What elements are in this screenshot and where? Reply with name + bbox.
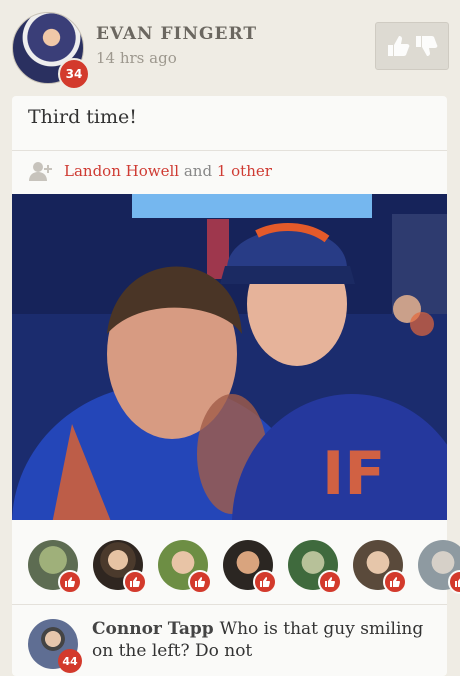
thumbs-up-icon [123,570,147,594]
likes-others[interactable]: 1 other [217,162,272,180]
likes-text: Landon Howell and 1 other [64,162,272,180]
post-header: 34 EVAN FINGERT 14 hrs ago [0,0,460,96]
thumbs-up-icon [188,570,212,594]
comment-text: Connor Tapp Who is that guy smiling on th… [92,618,437,662]
liker-name[interactable]: Landon Howell [64,162,179,180]
author-name[interactable]: EVAN FINGERT [96,24,257,44]
likes-bar: Landon Howell and 1 other [12,150,447,191]
thumbs-up-icon [318,570,342,594]
friend-avatar[interactable] [418,540,460,594]
add-person-icon [29,162,52,181]
thumbs-up-icon [253,570,277,594]
friend-avatar[interactable] [288,540,342,594]
friends-strip [12,520,460,605]
friend-avatar[interactable] [93,540,147,594]
thumbs-up-icon [388,36,410,56]
commenter-badge: 44 [58,649,82,673]
react-button[interactable] [375,22,449,70]
post-caption: Third time! [28,106,137,128]
commenter-name[interactable]: Connor Tapp [92,619,214,639]
friend-avatar[interactable] [223,540,277,594]
comment-item: 44 Connor Tapp Who is that guy smiling on… [12,605,447,673]
friend-avatar[interactable] [158,540,212,594]
post-card: Third time! Landon Howell and 1 other IF… [12,96,460,676]
friend-avatar[interactable] [353,540,407,594]
post-time: 14 hrs ago [96,49,177,67]
photo-image: IF [12,194,447,520]
post-photo[interactable]: IF [12,194,447,520]
thumbs-up-icon [58,570,82,594]
thumbs-up-icon [383,570,407,594]
author-avatar-wrap[interactable]: 34 [12,12,90,90]
shirt-logo: IF [322,439,385,509]
likes-joiner: and [183,162,213,180]
friend-avatar[interactable] [28,540,82,594]
author-badge: 34 [58,58,90,90]
thumbs-down-icon [416,36,438,56]
thumbs-up-icon [448,570,460,594]
